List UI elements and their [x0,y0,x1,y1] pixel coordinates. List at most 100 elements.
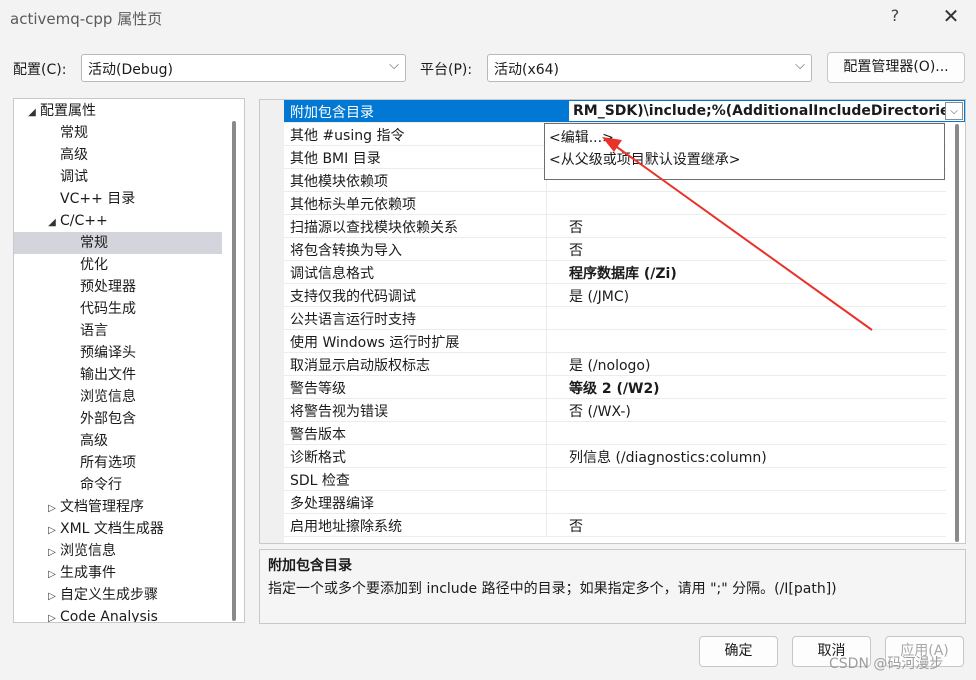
tree-item[interactable]: 代码生成 [14,298,222,320]
property-name: 使用 Windows 运行时扩展 [290,335,460,351]
collapsed-arrow-icon[interactable]: ▷ [44,564,60,586]
property-row[interactable]: 公共语言运行时支持 [284,307,946,330]
tree-item[interactable]: 浏览信息 [14,386,222,408]
tree-item[interactable]: ▷ 浏览信息 [14,540,222,562]
property-row[interactable]: 支持仅我的代码调试 是 (/JMC) [284,284,946,307]
expanded-arrow-icon[interactable]: ◢ [24,102,40,124]
collapsed-arrow-icon[interactable]: ▷ [44,608,60,622]
title-bar: activemq-cpp 属性页 ? ✕ [0,0,976,36]
close-icon[interactable]: ✕ [938,4,964,30]
property-tree: ◢ 配置属性 常规 高级 调试 VC++ 目录 ◢ C/C++ 常规 优化 预处理器 代码生成 语言 预编… [13,98,245,623]
tree-item[interactable]: ▷ XML 文档生成器 [14,518,222,540]
expanded-arrow-icon[interactable]: ◢ [44,212,60,234]
column-divider [546,376,547,398]
tree-item-label: C/C++ [60,213,108,229]
tree-item[interactable]: ◢ 配置属性 [14,100,222,122]
ok-button[interactable]: 确定 [699,636,778,667]
tree-item[interactable]: 高级 [14,144,222,166]
property-value-editor[interactable]: RM_SDK)\include;%(AdditionalIncludeDirec… [568,100,965,122]
config-manager-button[interactable]: 配置管理器(O)... [827,52,965,83]
property-name: 警告等级 [290,381,346,397]
tree-item[interactable]: ▷ 文档管理程序 [14,496,222,518]
property-name: 其他模块依赖项 [290,174,388,190]
description-title: 附加包含目录 [268,558,352,574]
property-row[interactable]: 取消显示启动版权标志 是 (/nologo) [284,353,946,376]
tree-item-label: VC++ 目录 [60,191,136,207]
column-divider [546,238,547,260]
tree-item[interactable]: ◢ C/C++ [14,210,222,232]
property-row[interactable]: 将包含转换为导入 否 [284,238,946,261]
property-row[interactable]: 将警告视为错误 否 (/WX-) [284,399,946,422]
property-value[interactable]: 否 [569,217,583,237]
property-row[interactable]: SDL 检查 [284,468,946,491]
property-name: 支持仅我的代码调试 [290,289,416,305]
watermark: CSDN @码河漫步 [829,656,944,672]
tree-item[interactable]: ▷ 自定义生成步骤 [14,584,222,606]
collapsed-arrow-icon[interactable]: ▷ [44,520,60,542]
tree-item[interactable]: 外部包含 [14,408,222,430]
property-value-text[interactable]: RM_SDK)\include;%(AdditionalIncludeDirec… [573,103,945,119]
tree-item[interactable]: 语言 [14,320,222,342]
property-value[interactable]: 否 [569,240,583,260]
grid-scrollbar-thumb[interactable] [955,124,959,542]
property-value[interactable]: 等级 2 (/W2) [569,378,660,398]
property-value[interactable]: 列信息 (/diagnostics:column) [569,447,767,467]
tree-item[interactable]: 命令行 [14,474,222,496]
tree-item-label: 高级 [80,433,108,449]
dropdown-item-edit[interactable]: <编辑...> [549,127,614,149]
dropdown-item-inherit[interactable]: <从父级或项目默认设置继承> [549,149,740,171]
tree-item-label: 预编译头 [80,345,136,361]
column-divider [546,353,547,375]
platform-label: 平台(P): [420,62,473,78]
tree-item[interactable]: 调试 [14,166,222,188]
tree-item[interactable]: ▷ 生成事件 [14,562,222,584]
config-combo[interactable]: 活动(Debug) ⌵ [81,54,406,82]
property-value[interactable]: 否 (/WX-) [569,401,631,421]
platform-combo[interactable]: 活动(x64) ⌵ [487,54,812,82]
tree-item[interactable]: ▷ Code Analysis [14,606,222,622]
property-row-selected[interactable]: 附加包含目录 RM_SDK)\include;%(AdditionalInclu… [284,100,965,123]
tree-item[interactable]: 预编译头 [14,342,222,364]
tree-scrollbar-thumb[interactable] [232,121,236,621]
property-name: 取消显示启动版权标志 [290,358,430,374]
property-row[interactable]: 警告等级 等级 2 (/W2) [284,376,946,399]
column-divider [546,491,547,513]
tree-item[interactable]: 常规 [14,122,222,144]
column-divider [546,192,547,214]
property-row[interactable]: 使用 Windows 运行时扩展 [284,330,946,353]
property-value[interactable]: 是 (/JMC) [569,286,629,306]
property-value[interactable]: 否 [569,516,583,536]
property-row[interactable]: 诊断格式 列信息 (/diagnostics:column) [284,445,946,468]
property-name: 其他 #using 指令 [290,128,405,144]
tree-item[interactable]: 常规 [14,232,222,254]
description-panel: 附加包含目录 指定一个或多个要添加到 include 路径中的目录；如果指定多个… [259,549,966,624]
tree-item-label: 生成事件 [60,565,116,581]
tree-item-label: 外部包含 [80,411,136,427]
property-row[interactable]: 启用地址擦除系统 否 [284,514,946,537]
property-value[interactable]: 是 (/nologo) [569,355,650,375]
tree-item[interactable]: 高级 [14,430,222,452]
help-icon[interactable]: ? [884,6,906,28]
tree-item-label: 常规 [60,125,88,141]
tree-item[interactable]: 预处理器 [14,276,222,298]
tree-item[interactable]: 输出文件 [14,364,222,386]
collapsed-arrow-icon[interactable]: ▷ [44,542,60,564]
property-row[interactable]: 调试信息格式 程序数据库 (/Zi) [284,261,946,284]
property-row[interactable]: 警告版本 [284,422,946,445]
grid-gutter [260,100,284,543]
tree-item[interactable]: 优化 [14,254,222,276]
property-row[interactable]: 多处理器编译 [284,491,946,514]
collapsed-arrow-icon[interactable]: ▷ [44,498,60,520]
chevron-down-icon[interactable]: ⌵ [945,102,963,120]
property-value[interactable]: 程序数据库 (/Zi) [569,263,677,283]
collapsed-arrow-icon[interactable]: ▷ [44,586,60,608]
value-dropdown-menu: <编辑...> <从父级或项目默认设置继承> [544,123,945,180]
tree-item-label: 调试 [60,169,88,185]
tree-item-label: 浏览信息 [60,543,116,559]
property-row[interactable]: 其他标头单元依赖项 [284,192,946,215]
column-divider [546,422,547,444]
tree-item[interactable]: VC++ 目录 [14,188,222,210]
tree-item[interactable]: 所有选项 [14,452,222,474]
column-divider [546,307,547,329]
property-row[interactable]: 扫描源以查找模块依赖关系 否 [284,215,946,238]
